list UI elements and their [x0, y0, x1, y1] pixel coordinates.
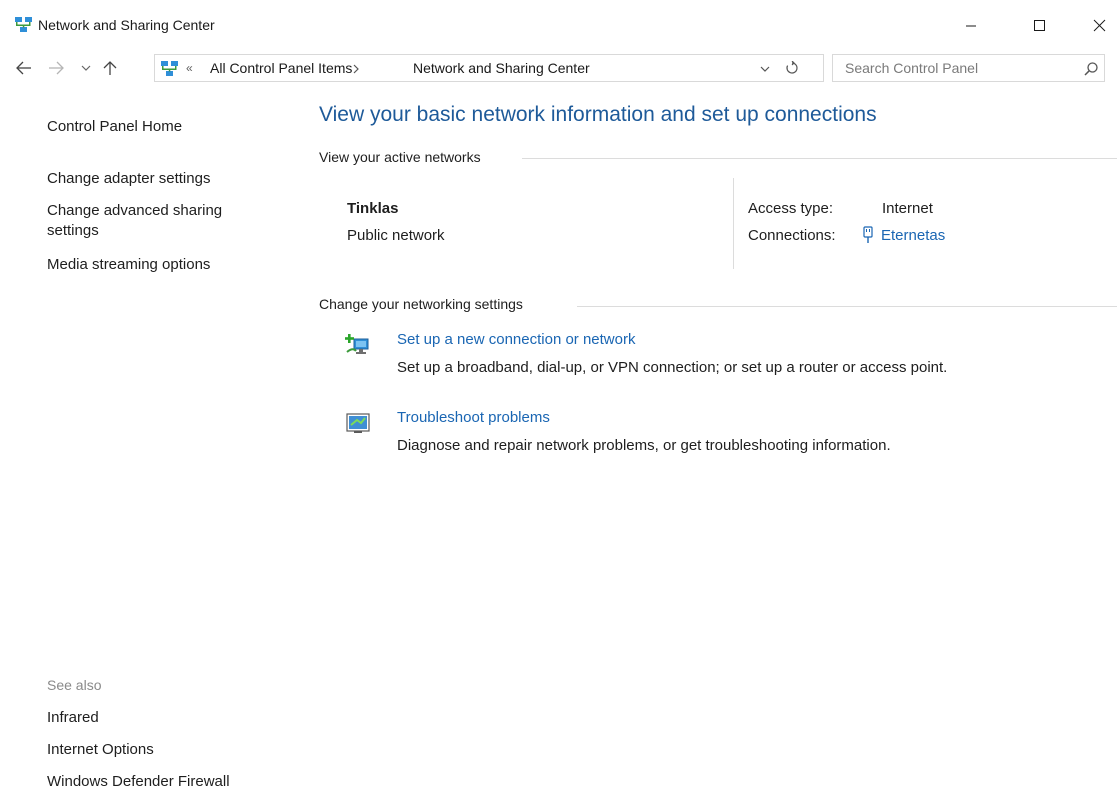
see-also-link-windows-defender-firewall[interactable]: Windows Defender Firewall: [47, 772, 230, 792]
forward-arrow-icon: [49, 61, 64, 75]
task-link-set-up-new-connection[interactable]: Set up a new connection or network: [397, 331, 635, 348]
refresh-icon: [786, 61, 798, 74]
task-description-troubleshoot: Diagnose and repair network problems, or…: [397, 437, 891, 454]
breadcrumb-network-and-sharing-center[interactable]: Network and Sharing Center: [413, 60, 590, 76]
networking-settings-heading: Change your networking settings: [319, 296, 523, 312]
see-also-link-infrared[interactable]: Infrared: [47, 708, 99, 728]
new-connection-icon[interactable]: [345, 332, 371, 358]
task-description-new-connection: Set up a broadband, dial-up, or VPN conn…: [397, 359, 948, 376]
close-button[interactable]: [1076, 8, 1117, 42]
task-link-troubleshoot-problems[interactable]: Troubleshoot problems: [397, 409, 550, 426]
network-category: Public network: [347, 227, 445, 244]
title-bar: Network and Sharing Center: [0, 0, 1117, 44]
address-dropdown-button[interactable]: [757, 61, 773, 77]
recent-locations-icon: [81, 65, 91, 71]
search-box[interactable]: [832, 54, 1105, 82]
connections-label: Connections:: [748, 227, 836, 244]
sidebar-link-change-adapter-settings[interactable]: Change adapter settings: [47, 169, 210, 189]
address-bar[interactable]: « All Control Panel Items Network and Sh…: [154, 54, 824, 82]
minimize-button[interactable]: [948, 8, 994, 42]
see-also-link-internet-options[interactable]: Internet Options: [47, 740, 154, 760]
ethernet-icon[interactable]: [862, 226, 874, 244]
connection-link-eternetas[interactable]: Eternetas: [881, 227, 945, 244]
refresh-button[interactable]: [783, 59, 801, 77]
up-arrow-icon: [103, 61, 117, 75]
address-overflow-chevron[interactable]: «: [186, 61, 193, 75]
forward-button[interactable]: [45, 58, 67, 78]
maximize-icon: [1033, 19, 1045, 31]
network-info-divider: [733, 178, 734, 269]
network-center-icon: [161, 61, 178, 76]
section-divider: [577, 306, 1117, 307]
chevron-right-icon[interactable]: [351, 63, 361, 75]
back-button[interactable]: [13, 58, 35, 78]
window-title: Network and Sharing Center: [38, 17, 215, 33]
see-also-heading: See also: [47, 677, 102, 693]
active-networks-heading: View your active networks: [319, 149, 481, 165]
sidebar-link-media-streaming-options[interactable]: Media streaming options: [47, 255, 210, 275]
access-type-value: Internet: [882, 200, 933, 217]
page-title: View your basic network information and …: [319, 103, 877, 126]
section-divider: [522, 158, 1117, 159]
network-center-icon: [15, 17, 32, 32]
chevron-down-icon: [760, 66, 770, 72]
close-icon: [1093, 19, 1105, 31]
search-icon[interactable]: [1083, 61, 1099, 77]
sidebar-link-change-advanced-sharing-settings[interactable]: Change advanced sharing settings: [47, 201, 267, 241]
up-button[interactable]: [99, 58, 121, 78]
search-input[interactable]: [833, 55, 1073, 81]
access-type-label: Access type:: [748, 200, 834, 217]
breadcrumb-all-control-panel-items[interactable]: All Control Panel Items: [210, 60, 352, 76]
network-name: Tinklas: [347, 200, 399, 217]
sidebar-link-control-panel-home[interactable]: Control Panel Home: [47, 117, 182, 137]
recent-locations-button[interactable]: [75, 58, 97, 78]
back-arrow-icon: [16, 61, 31, 75]
maximize-button[interactable]: [1016, 8, 1062, 42]
troubleshoot-icon[interactable]: [345, 410, 371, 436]
minimize-icon: [966, 25, 976, 27]
